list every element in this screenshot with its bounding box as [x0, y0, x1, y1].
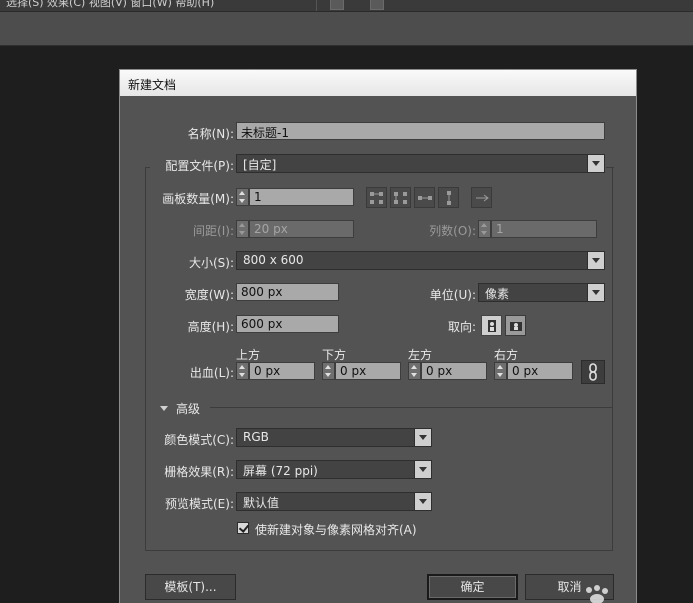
bleed-top-stepper[interactable] — [236, 362, 249, 380]
stepper-up-icon — [239, 365, 245, 369]
ok-button[interactable]: 确定 — [427, 574, 518, 600]
grid-by-row-icon[interactable] — [366, 187, 387, 208]
spacing-input[interactable]: 20 px — [249, 220, 354, 238]
bleed-top-label: 上方 — [236, 348, 261, 362]
align-pixel-grid-label[interactable]: 使新建对象与像素网格对齐(A) — [255, 521, 417, 538]
stepper-down-icon — [239, 231, 245, 235]
raster-effects-value: 屏幕 (72 ppi) — [243, 464, 318, 478]
chevron-down-icon — [414, 429, 431, 446]
stepper-down-icon — [239, 199, 245, 203]
app-menubar: 选择(S) 效果(C) 视图(V) 窗口(W) 帮助(H) — [0, 0, 693, 12]
bleed-bottom-stepper[interactable] — [322, 362, 335, 380]
collapse-triangle-icon[interactable] — [160, 406, 168, 411]
chevron-down-icon — [414, 461, 431, 478]
name-label: 名称(N): — [187, 127, 234, 141]
new-document-dialog: 新建文档 名称(N): 未标题-1 配置文件(P): [自定] 画板数量(M):… — [119, 69, 637, 603]
preview-mode-dropdown[interactable]: 默认值 — [236, 492, 432, 511]
preview-mode-label: 预览模式(E): — [165, 497, 234, 511]
toolbar-icon-1[interactable] — [330, 0, 344, 10]
orientation-label: 取向: — [447, 320, 476, 334]
columns-stepper[interactable] — [478, 220, 491, 238]
bleed-left-label: 左方 — [408, 348, 433, 362]
menubar-separator — [316, 0, 317, 11]
units-value: 像素 — [485, 287, 510, 301]
spacing-label: 间距(I): — [193, 224, 234, 238]
dialog-title: 新建文档 — [120, 70, 636, 96]
menubar-items[interactable]: 选择(S) 效果(C) 视图(V) 窗口(W) 帮助(H) — [6, 0, 214, 10]
color-mode-value: RGB — [243, 430, 269, 444]
stepper-down-icon — [497, 373, 503, 377]
bleed-left-stepper[interactable] — [408, 362, 421, 380]
landscape-icon[interactable] — [505, 315, 526, 336]
bleed-left-input[interactable]: 0 px — [421, 362, 487, 380]
color-mode-dropdown[interactable]: RGB — [236, 428, 432, 447]
stepper-up-icon — [411, 365, 417, 369]
spacing-stepper[interactable] — [236, 220, 249, 238]
bleed-right-label: 右方 — [494, 348, 519, 362]
app-control-bar — [0, 12, 693, 46]
size-label: 大小(S): — [188, 256, 234, 270]
artboards-input[interactable]: 1 — [249, 188, 354, 206]
size-value: 800 x 600 — [243, 253, 304, 267]
stepper-up-icon — [239, 223, 245, 227]
chevron-down-icon — [587, 284, 604, 301]
artboards-label: 画板数量(M): — [162, 192, 234, 206]
chevron-down-icon — [587, 252, 604, 269]
align-pixel-grid-checkbox[interactable] — [237, 522, 249, 534]
bleed-label: 出血(L): — [189, 366, 234, 380]
grid-by-column-icon[interactable] — [390, 187, 411, 208]
raster-effects-label: 栅格效果(R): — [164, 465, 234, 479]
units-dropdown[interactable]: 像素 — [478, 283, 605, 302]
stepper-up-icon — [497, 365, 503, 369]
toolbar-icon-2[interactable] — [370, 0, 384, 10]
units-label: 单位(U): — [429, 288, 476, 302]
paw-watermark-icon — [586, 585, 608, 603]
width-label: 宽度(W): — [184, 288, 234, 302]
chevron-down-icon — [414, 493, 431, 510]
stepper-up-icon — [239, 191, 245, 195]
columns-input[interactable]: 1 — [491, 220, 597, 238]
columns-label: 列数(O): — [429, 224, 476, 238]
stepper-down-icon — [239, 373, 245, 377]
name-input[interactable]: 未标题-1 — [236, 122, 605, 140]
stepper-down-icon — [325, 373, 331, 377]
stepper-up-icon — [481, 223, 487, 227]
right-to-left-icon[interactable] — [471, 187, 492, 208]
chain-link-icon[interactable] — [581, 360, 605, 384]
arrange-by-row-icon[interactable] — [414, 187, 435, 208]
stepper-up-icon — [325, 365, 331, 369]
artboards-stepper[interactable] — [236, 188, 249, 206]
arrange-by-column-icon[interactable] — [438, 187, 459, 208]
advanced-label[interactable]: 高级 — [176, 400, 200, 417]
stepper-down-icon — [411, 373, 417, 377]
size-dropdown[interactable]: 800 x 600 — [236, 251, 605, 270]
bleed-top-input[interactable]: 0 px — [249, 362, 315, 380]
raster-effects-dropdown[interactable]: 屏幕 (72 ppi) — [236, 460, 432, 479]
height-input[interactable]: 600 px — [236, 315, 339, 333]
width-input[interactable]: 800 px — [236, 283, 339, 301]
color-mode-label: 颜色模式(C): — [164, 433, 234, 447]
bleed-right-stepper[interactable] — [494, 362, 507, 380]
stepper-down-icon — [481, 231, 487, 235]
height-label: 高度(H): — [187, 320, 234, 334]
bleed-right-input[interactable]: 0 px — [507, 362, 573, 380]
advanced-divider — [210, 407, 613, 408]
preview-mode-value: 默认值 — [243, 496, 280, 510]
bleed-bottom-label: 下方 — [322, 348, 347, 362]
bleed-bottom-input[interactable]: 0 px — [335, 362, 401, 380]
portrait-icon[interactable] — [481, 315, 502, 336]
templates-button[interactable]: 模板(T)... — [145, 574, 236, 600]
